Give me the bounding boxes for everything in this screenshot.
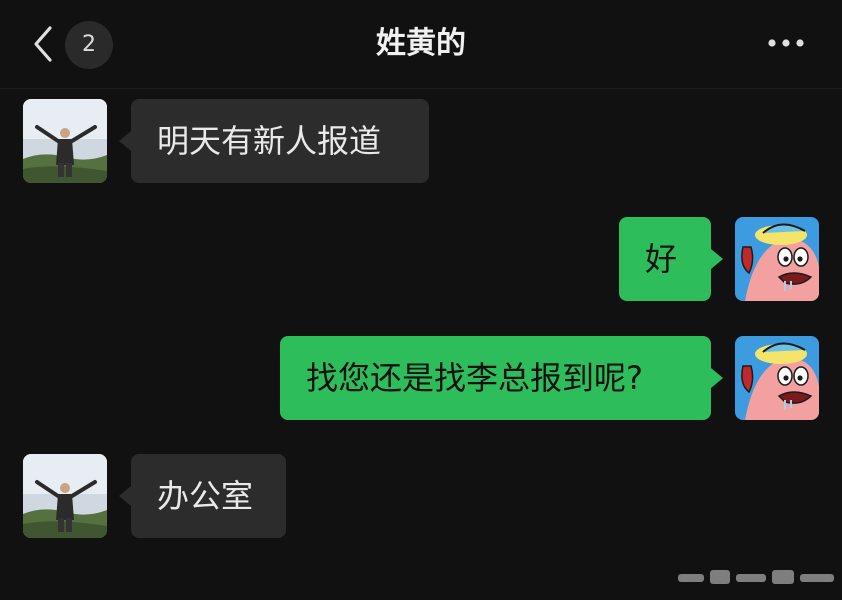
bubble-tail [711,368,723,388]
bubble-tail [119,486,131,506]
message-bubble-outgoing[interactable]: 找您还是找李总报到呢? [280,336,711,420]
self-avatar[interactable] [735,217,819,301]
bubble-tail [119,131,131,151]
man-outdoors-avatar [23,99,107,183]
chat-header: 2 姓黄的 [0,0,842,89]
more-button[interactable] [762,28,812,58]
self-avatar[interactable] [735,336,819,420]
contact-avatar[interactable] [23,454,107,538]
message-bubble-outgoing[interactable]: 好 [619,217,711,301]
message-bubble-incoming[interactable]: 办公室 [131,454,286,538]
man-outdoors-avatar [23,454,107,538]
chat-title: 姓黄的 [376,26,466,61]
watermark-graphic [678,570,834,584]
cartoon-patrick-avatar [735,336,819,420]
cartoon-patrick-avatar [735,217,819,301]
message-bubble-incoming[interactable]: 明天有新人报道 [131,99,429,183]
more-dots-icon [768,39,804,47]
contact-avatar[interactable] [23,99,107,183]
bubble-tail [711,249,723,269]
